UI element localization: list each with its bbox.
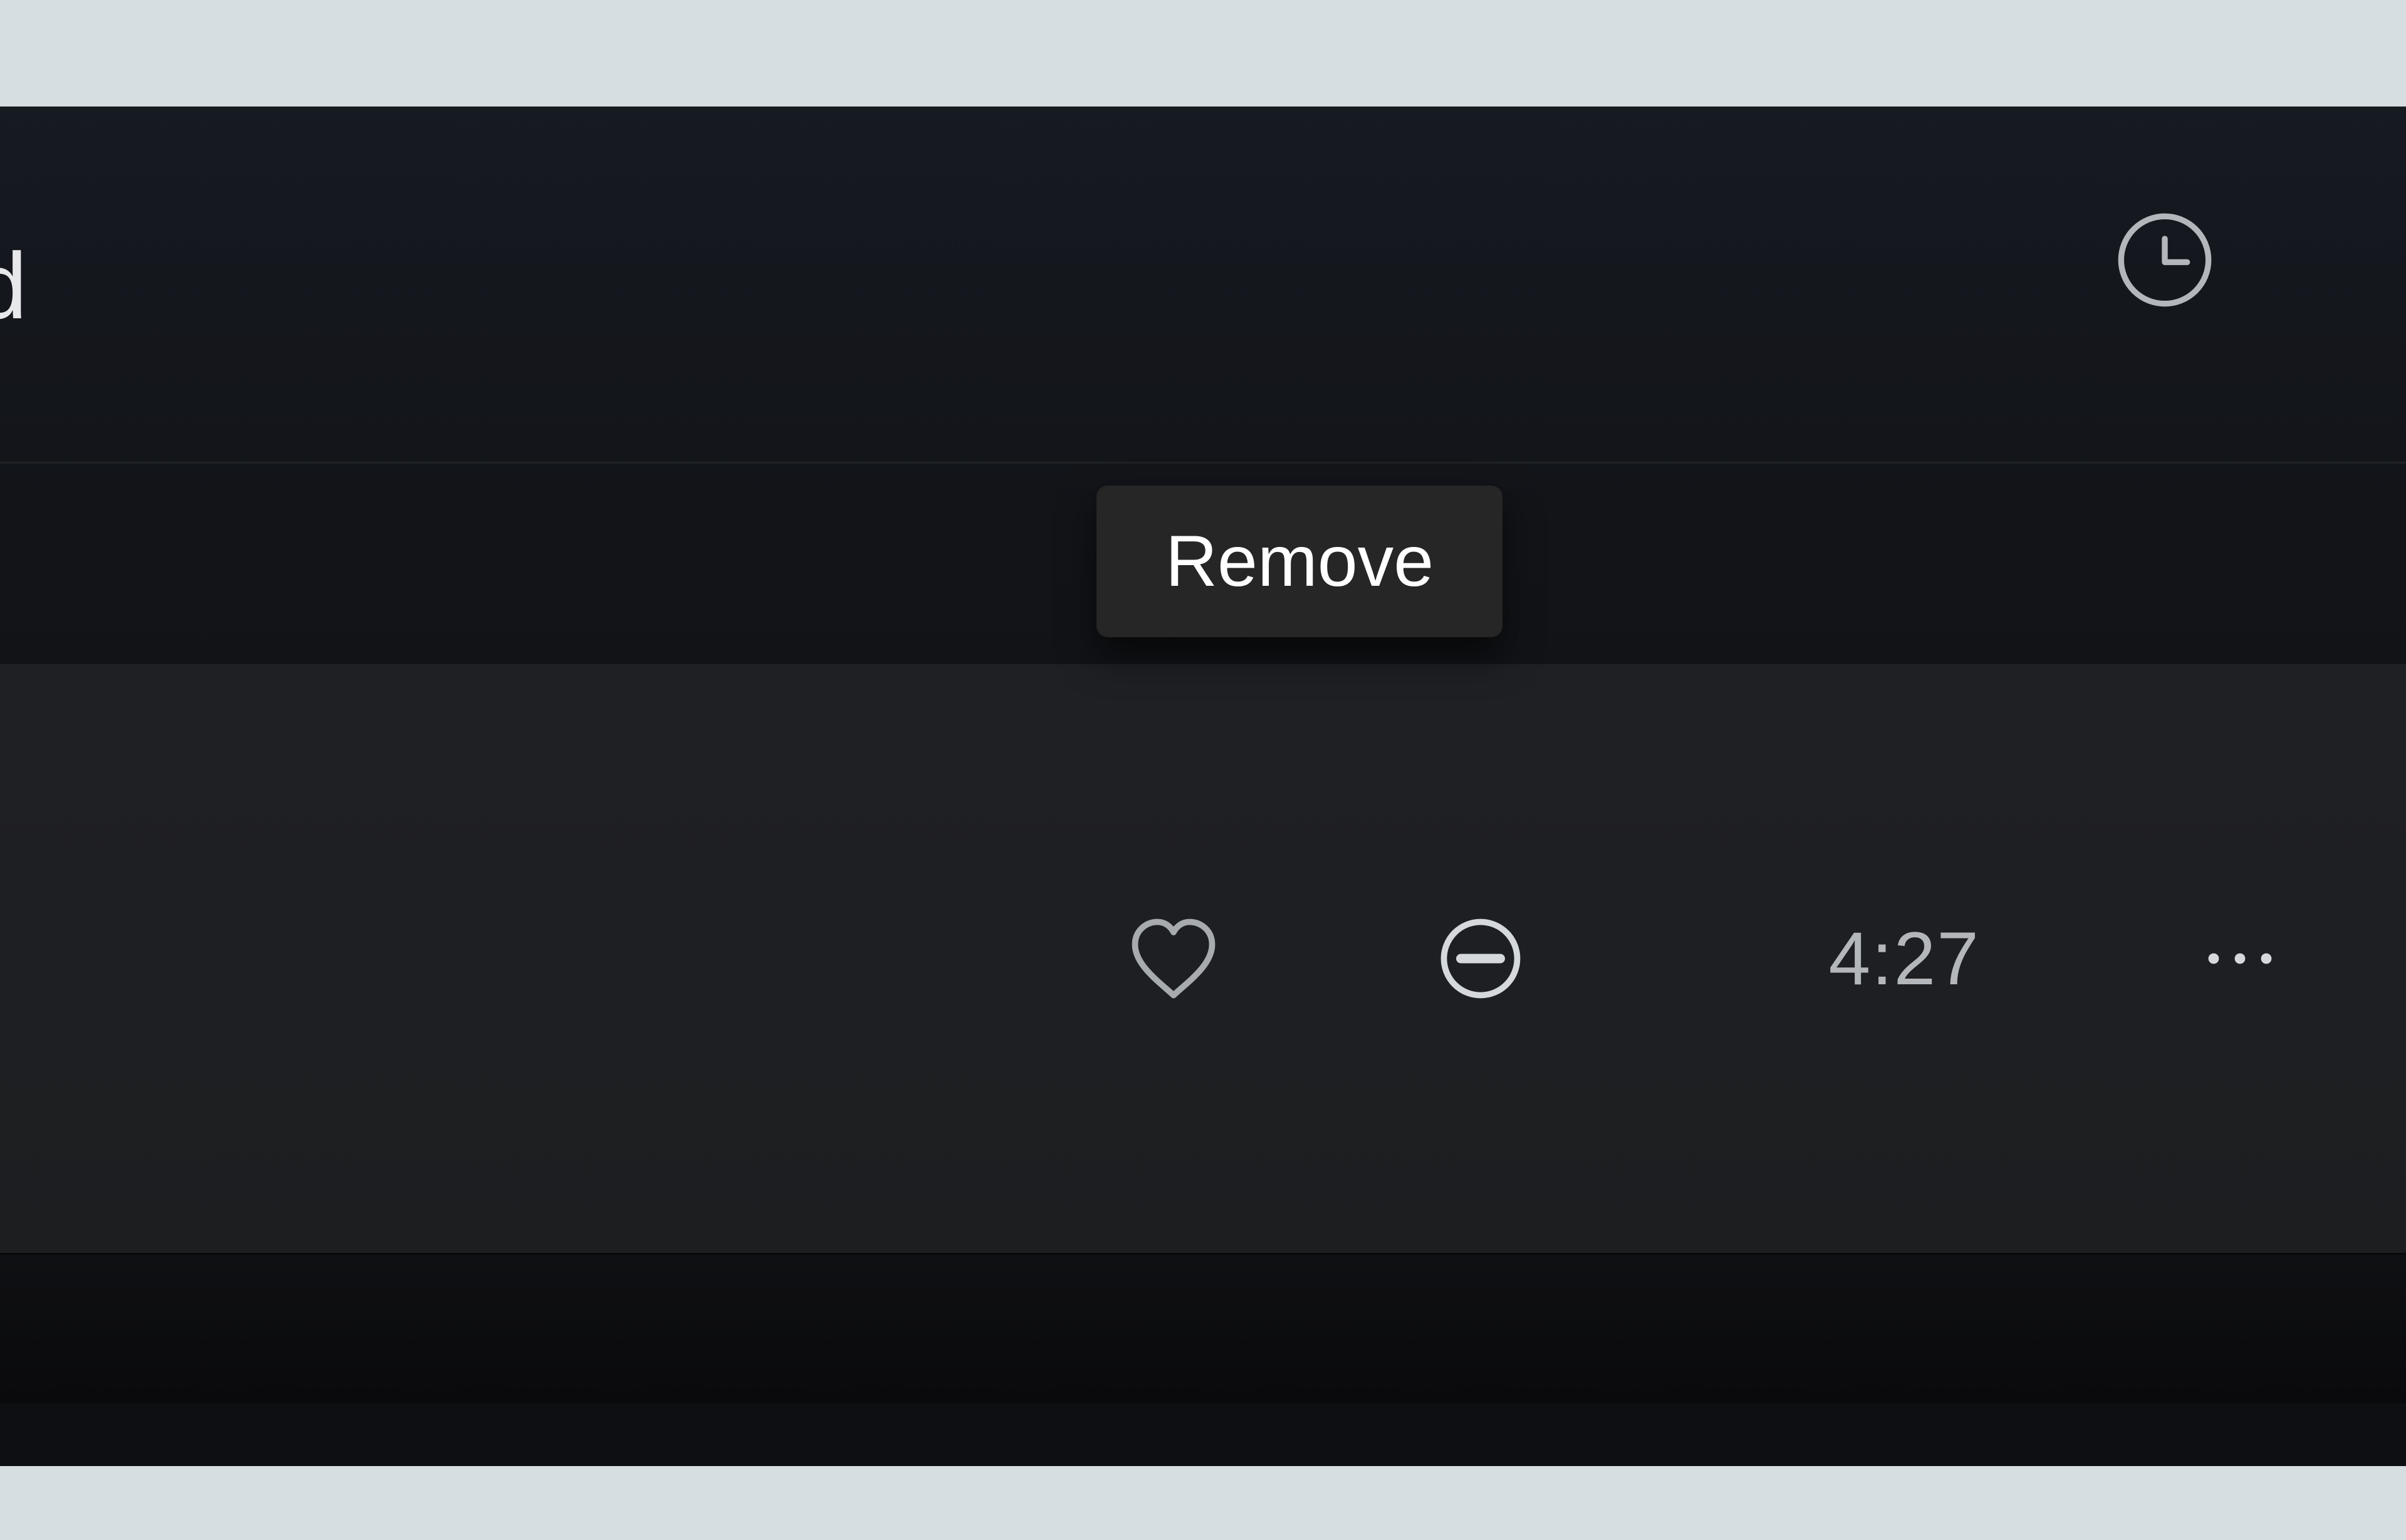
ellipsis-icon: [2202, 946, 2278, 971]
heart-icon: [1127, 915, 1221, 1002]
column-duration-header[interactable]: [2112, 207, 2218, 313]
track-list-panel: d 4:27: [0, 107, 2406, 1466]
track-row[interactable]: 4:27: [0, 664, 2406, 1253]
column-header-text-fragment: d: [0, 232, 28, 340]
panel-footer-strip: [0, 1253, 2406, 1403]
more-options-button[interactable]: [2193, 912, 2287, 1006]
column-header-row: d: [0, 107, 2406, 464]
track-row-actions: 4:27: [1127, 912, 2287, 1006]
circle-minus-icon: [1434, 912, 1528, 1006]
tooltip-label: Remove: [1165, 521, 1434, 601]
remove-tooltip: Remove: [1096, 486, 1502, 637]
like-button[interactable]: [1127, 912, 1221, 1006]
remove-button[interactable]: [1434, 912, 1528, 1006]
track-duration: 4:27: [1828, 915, 1980, 1002]
clock-icon: [2112, 207, 2218, 313]
